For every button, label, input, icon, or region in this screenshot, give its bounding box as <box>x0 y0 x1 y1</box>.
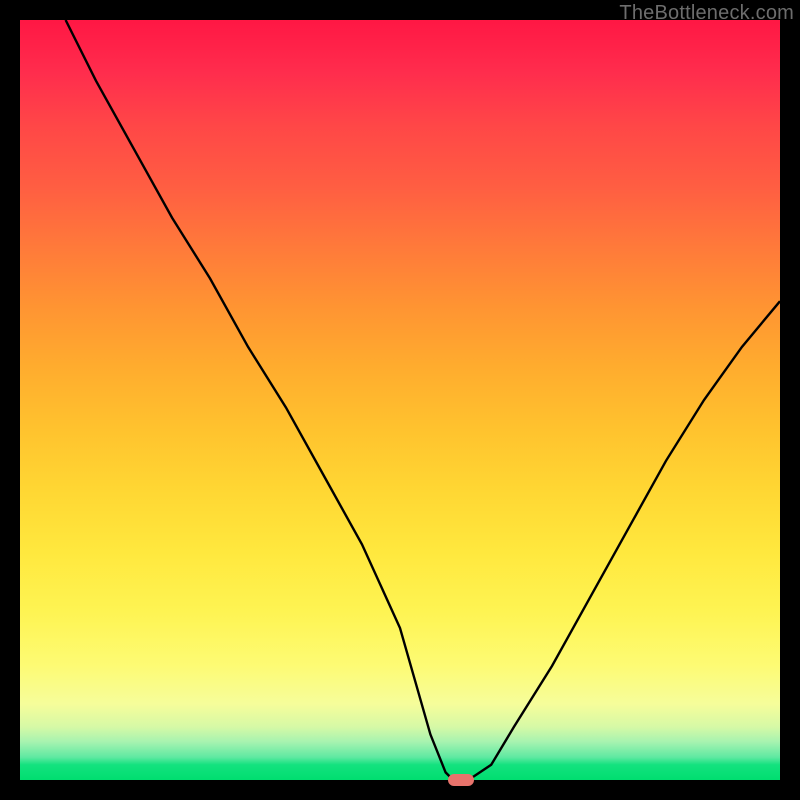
chart-frame: TheBottleneck.com <box>0 0 800 800</box>
bottleneck-curve <box>66 20 780 780</box>
curve-svg <box>20 20 780 780</box>
plot-area <box>20 20 780 780</box>
minimum-marker <box>448 774 474 786</box>
